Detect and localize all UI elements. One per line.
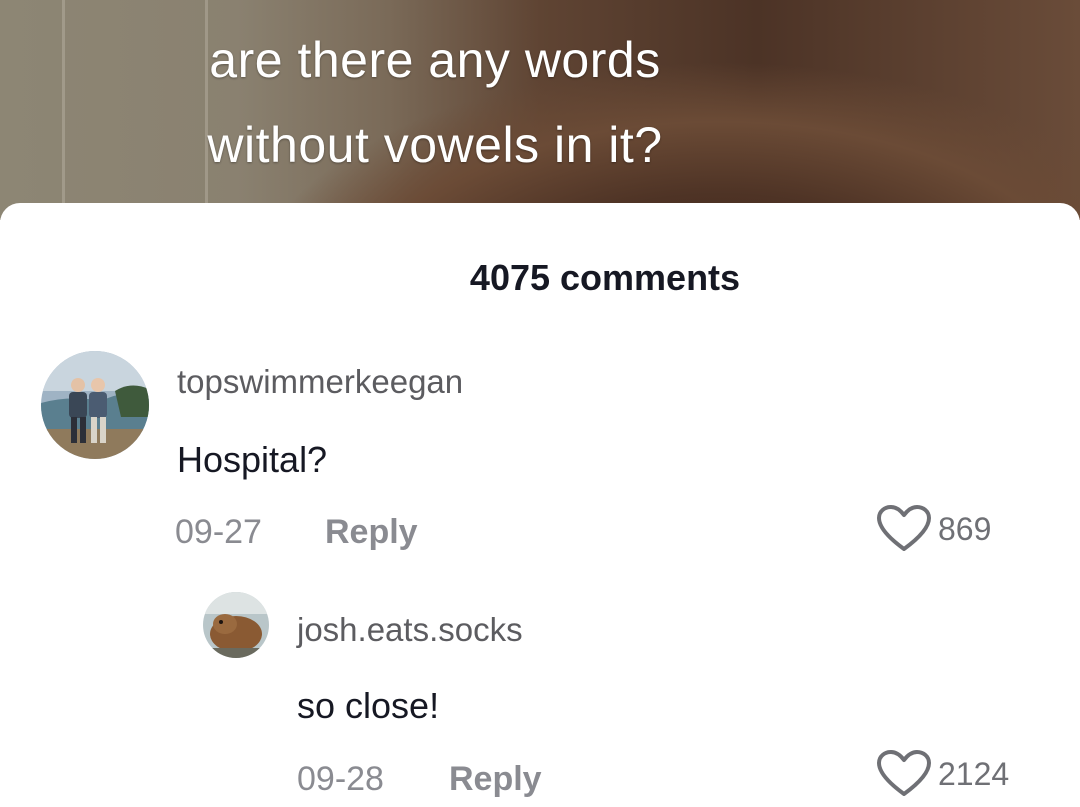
like-count: 869 [938,510,992,547]
comments-sheet: 4075 comments topswimmerkeegan Hospital? [0,203,1080,807]
comment-text: Hospital? [177,439,328,480]
video-caption-line-1: are there any words [209,32,661,88]
background-shape [205,0,208,220]
reply-button[interactable]: Reply [449,760,542,799]
comment-username[interactable]: topswimmerkeegan [177,363,463,401]
reply-date: 09-28 [297,760,384,798]
reply-username[interactable]: josh.eats.socks [297,611,523,649]
like-count: 2124 [938,755,1010,792]
video-caption-line-2: without vowels in it? [207,117,663,173]
heart-outline-icon [877,505,931,551]
comment-count: 4075 comments [469,257,741,298]
video-frame: are there any words without vowels in it… [0,0,1080,220]
reply-button[interactable]: Reply [325,513,418,552]
like-button[interactable]: 2124 [876,750,1009,798]
avatar-image [203,592,269,658]
background-shape [62,0,65,220]
avatar[interactable] [41,351,149,459]
reply-text: so close! [297,685,440,726]
like-button[interactable]: 869 [876,505,991,553]
heart-outline-icon [877,750,931,796]
avatar-image [41,351,149,459]
avatar[interactable] [203,592,269,658]
comment-date: 09-27 [175,513,262,551]
